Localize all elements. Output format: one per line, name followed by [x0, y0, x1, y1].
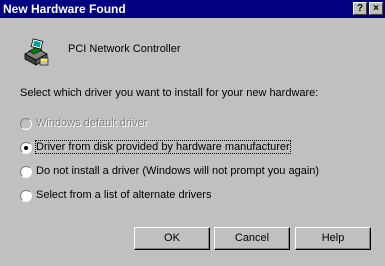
device-name: PCI Network Controller [68, 43, 181, 55]
instructions-text: Select which driver you want to install … [20, 87, 319, 99]
window-title: New Hardware Found [3, 2, 126, 16]
new-hardware-dialog: New Hardware Found ? × PCI Network Contr… [0, 0, 385, 266]
ok-button[interactable]: OK [134, 227, 210, 250]
radio-button[interactable] [20, 190, 32, 202]
radio-button[interactable] [20, 142, 32, 154]
radio-button[interactable] [20, 166, 32, 178]
close-button[interactable]: × [369, 2, 383, 15]
option-windows-default-driver: Windows default driver [20, 117, 170, 133]
radio-button [20, 118, 32, 130]
option-label[interactable]: Do not install a driver (Windows will no… [36, 165, 319, 177]
help-button[interactable]: Help [295, 227, 371, 250]
option-label[interactable]: Driver from disk provided by hardware ma… [35, 140, 291, 154]
hardware-device-icon [24, 38, 49, 66]
option-do-not-install[interactable]: Do not install a driver (Windows will no… [20, 165, 350, 181]
help-title-button[interactable]: ? [353, 2, 367, 15]
option-select-from-list[interactable]: Select from a list of alternate drivers [20, 189, 250, 205]
option-label[interactable]: Select from a list of alternate drivers [36, 189, 211, 201]
cancel-button[interactable]: Cancel [214, 227, 290, 250]
option-label: Windows default driver [36, 117, 148, 129]
option-driver-from-disk[interactable]: Driver from disk provided by hardware ma… [20, 140, 291, 157]
title-bar[interactable]: New Hardware Found ? × [0, 0, 385, 18]
